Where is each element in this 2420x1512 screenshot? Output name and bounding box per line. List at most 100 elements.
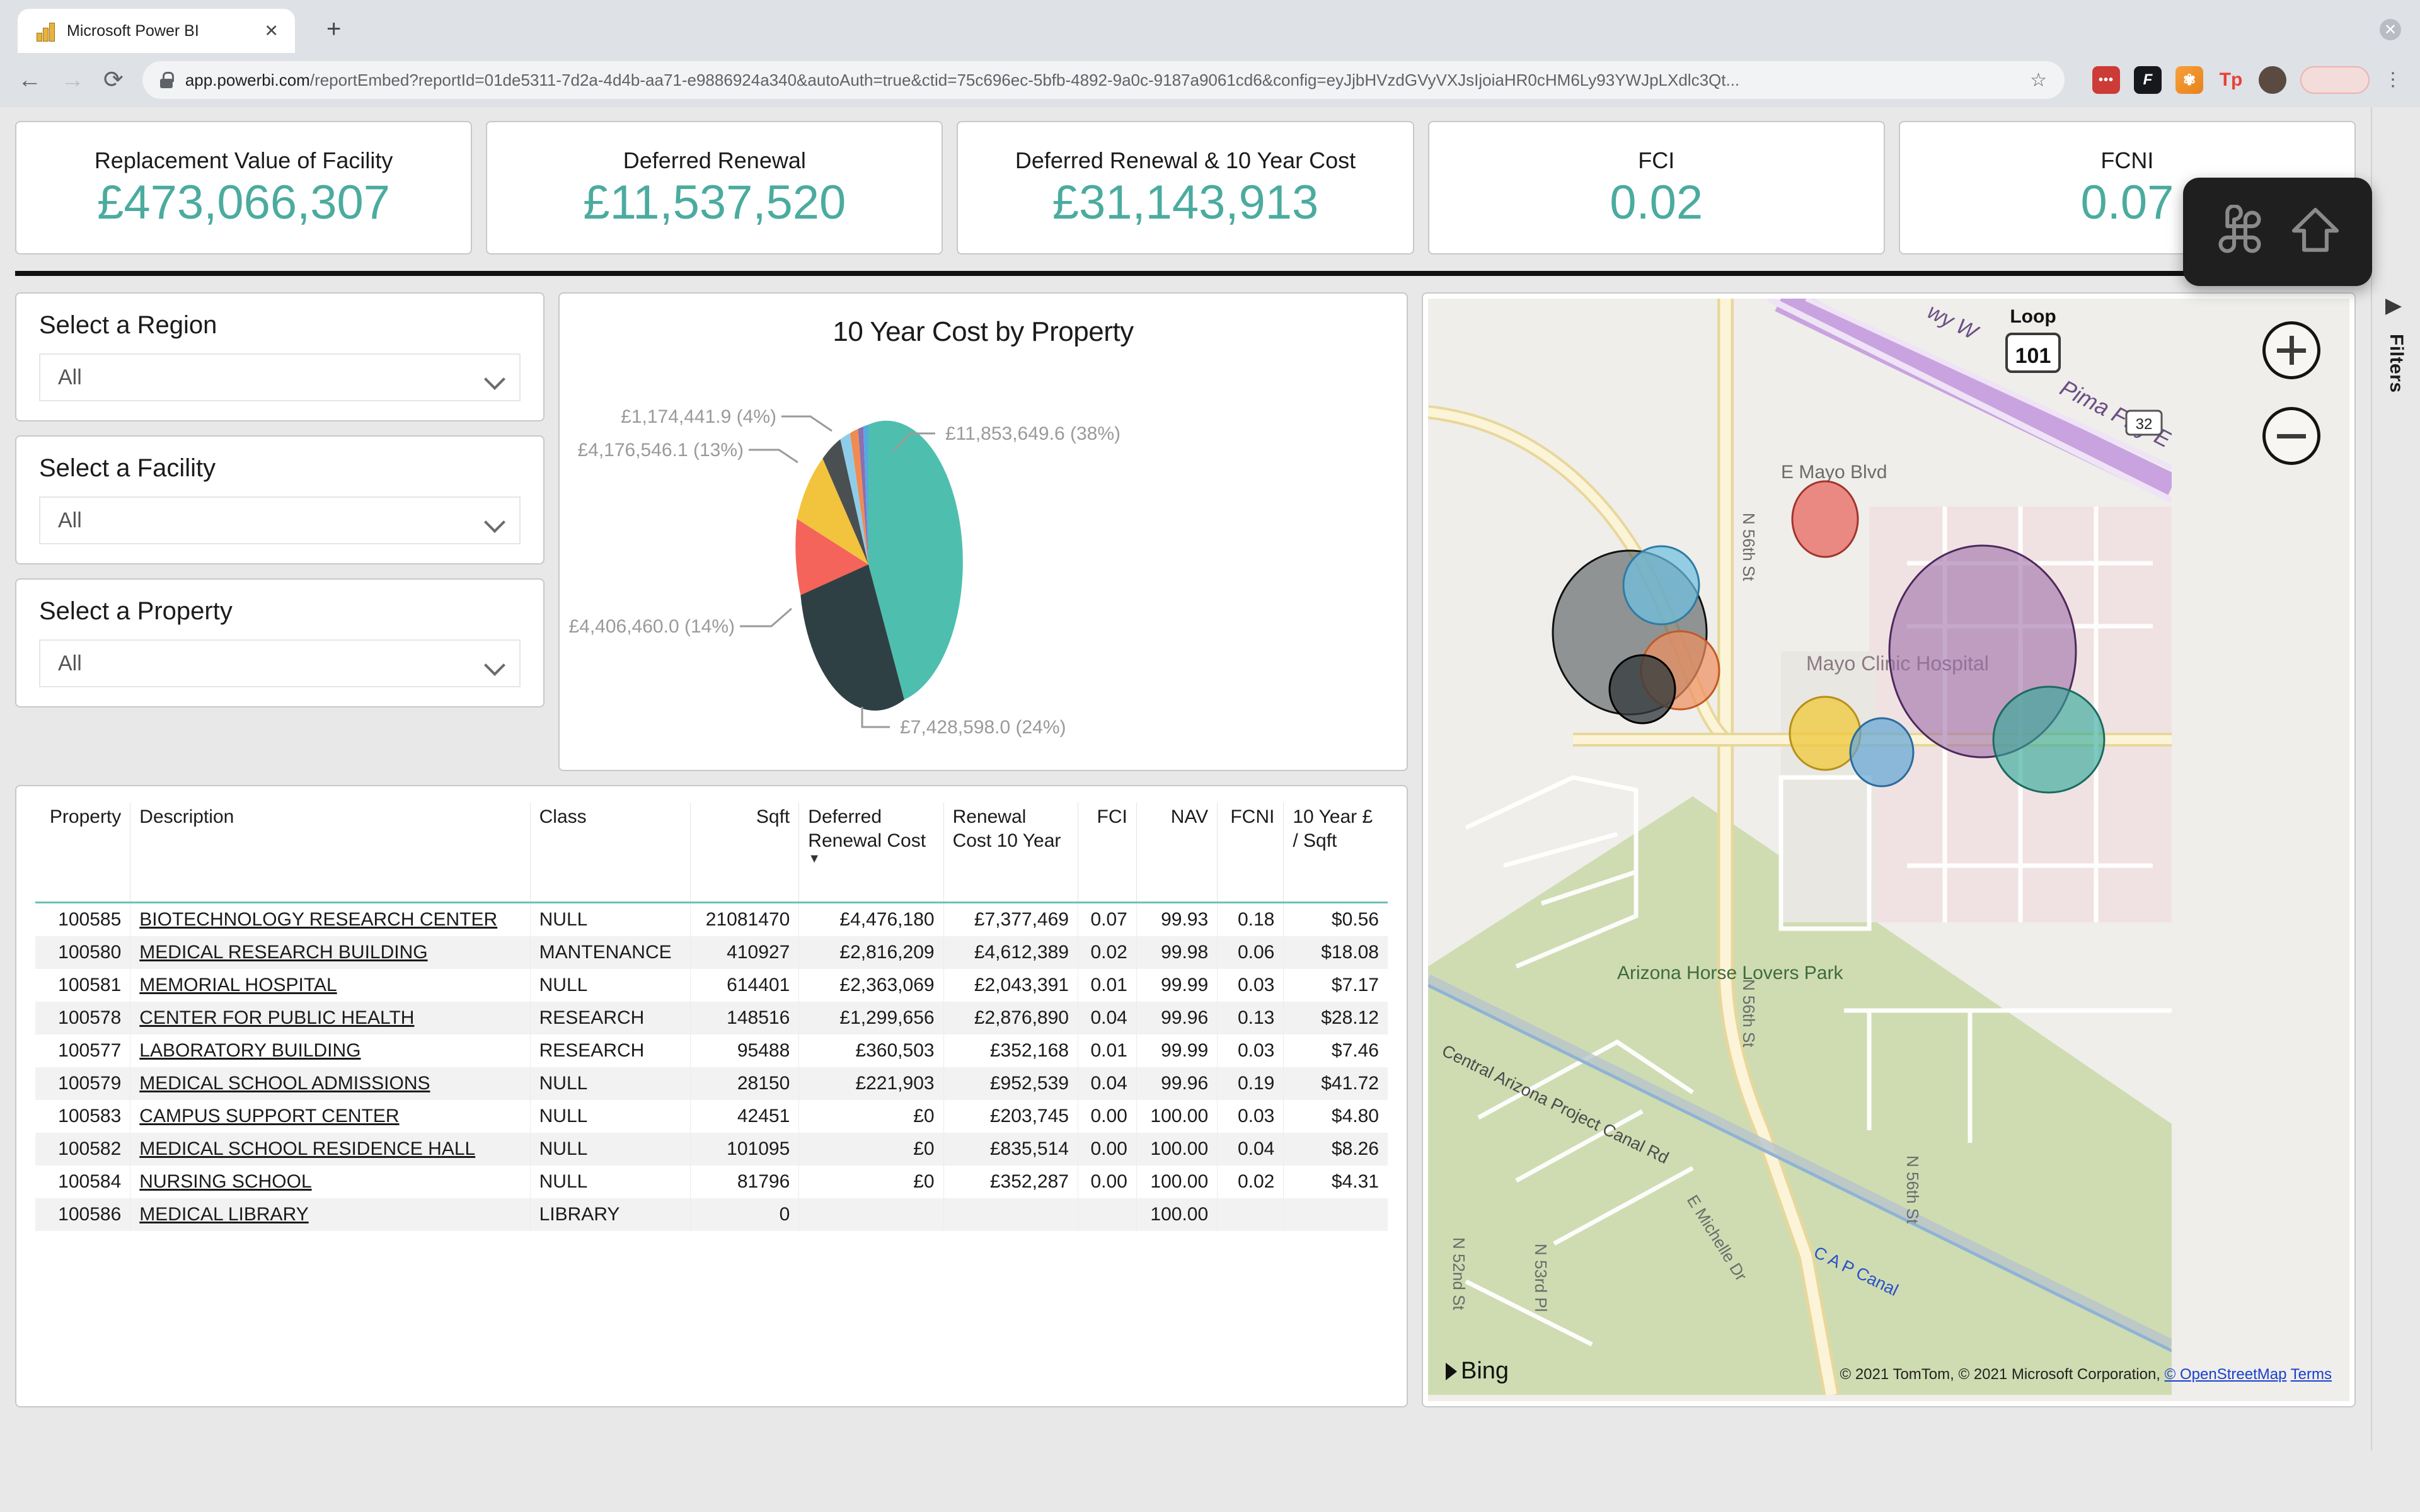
browser-tab[interactable]: Microsoft Power BI ✕ — [18, 9, 295, 53]
property-description-link[interactable]: BIOTECHNOLOGY RESEARCH CENTER — [139, 909, 497, 930]
col-header-sqft[interactable]: Sqft — [690, 803, 800, 903]
cell-class: RESEARCH — [530, 1034, 691, 1067]
cell-renewal10: £4,612,389 — [943, 936, 1078, 969]
cell-class: RESEARCH — [530, 1002, 691, 1034]
pie-chart-panel[interactable]: 10 Year Cost by Property £11,853,649.6 (… — [558, 292, 1408, 771]
reading-list-icon[interactable] — [2300, 66, 2370, 94]
cell-description[interactable]: MEDICAL RESEARCH BUILDING — [130, 936, 531, 969]
filter-icon[interactable] — [2384, 296, 2408, 318]
property-selected-value: All — [58, 651, 82, 675]
map-canvas[interactable]: 101 Loop wy W Pima Fwy E 32 N 56th St E … — [1428, 299, 2349, 1401]
property-description-link[interactable]: MEMORIAL HOSPITAL — [139, 975, 337, 995]
cell-description[interactable]: CENTER FOR PUBLIC HEALTH — [130, 1002, 531, 1034]
map-zoom-in-button[interactable] — [2262, 321, 2320, 379]
cell-description[interactable]: MEDICAL SCHOOL RESIDENCE HALL — [130, 1133, 531, 1166]
property-description-link[interactable]: MEDICAL SCHOOL ADMISSIONS — [139, 1073, 430, 1094]
col-header-deferred-renewal-cost[interactable]: Deferred Renewal Cost ▼ — [798, 803, 944, 903]
chrome-menu-icon[interactable]: ⋮ — [2383, 71, 2402, 89]
col-header-10-year-per-sqft[interactable]: 10 Year £ / Sqft — [1283, 803, 1388, 903]
cell-class: NULL — [530, 1067, 691, 1100]
pie-label-2: £7,428,598.0 (24%) — [900, 717, 1066, 738]
table-row[interactable]: 100580 MEDICAL RESEARCH BUILDING MANTENANC… — [35, 936, 1388, 969]
table-row[interactable]: 100577 LABORATORY BUILDING RESEARCH 95488 £3… — [35, 1034, 1388, 1067]
cell-class: NULL — [530, 1133, 691, 1166]
f-extension-icon[interactable]: F — [2134, 66, 2162, 94]
cell-fcni: 0.02 — [1217, 1166, 1284, 1198]
map-label-53rd: N 53rd Pl — [1531, 1244, 1550, 1312]
table-row[interactable]: 100582 MEDICAL SCHOOL RESIDENCE HALL NULL 1… — [35, 1133, 1388, 1166]
cell-fcni: 0.18 — [1217, 902, 1284, 936]
cell-class: NULL — [530, 969, 691, 1002]
kpi-card-deferred-renewal-10-year[interactable]: Deferred Renewal & 10 Year Cost £31,143,… — [957, 121, 1414, 255]
cell-description[interactable]: MEDICAL LIBRARY — [130, 1198, 531, 1231]
map-zoom-out-button[interactable] — [2262, 407, 2320, 465]
col-header-text: Renewal Cost 10 Year — [952, 806, 1061, 851]
cell-description[interactable]: MEDICAL SCHOOL ADMISSIONS — [130, 1067, 531, 1100]
kpi-value: £473,066,307 — [97, 176, 391, 230]
col-header-fcni[interactable]: FCNI — [1217, 803, 1284, 903]
filters-rail[interactable]: Filters — [2371, 107, 2420, 1450]
cell-description[interactable]: MEMORIAL HOSPITAL — [130, 969, 531, 1002]
url-path: /reportEmbed?reportId=01de5311-7d2a-4d4b… — [309, 70, 1740, 89]
dots-extension-icon[interactable]: ••• — [2092, 66, 2120, 94]
cell-description[interactable]: LABORATORY BUILDING — [130, 1034, 531, 1067]
cell-tenyear: $4.80 — [1331, 1106, 1379, 1126]
map-attribution: © 2021 TomTom, © 2021 Microsoft Corporat… — [1840, 1366, 2332, 1383]
forward-button[interactable]: → — [60, 68, 84, 92]
property-table-panel[interactable]: Property Description Class Sqft Deferred… — [15, 785, 1408, 1407]
map-label-mayo-blvd: E Mayo Blvd — [1781, 462, 1887, 483]
col-header-renewal-cost-10-year[interactable]: Renewal Cost 10 Year — [943, 803, 1078, 903]
table-row[interactable]: 100583 CAMPUS SUPPORT CENTER NULL 42451 £0 £2… — [35, 1100, 1388, 1133]
new-tab-button[interactable]: + — [326, 16, 341, 42]
slicer-region[interactable]: Select a Region All — [15, 292, 544, 421]
slicer-facility[interactable]: Select a Facility All — [15, 435, 544, 564]
cell-description[interactable]: CAMPUS SUPPORT CENTER — [130, 1100, 531, 1133]
window-close-icon[interactable]: ✕ — [2380, 19, 2401, 40]
table-row[interactable]: 100579 MEDICAL SCHOOL ADMISSIONS NULL 28150… — [35, 1067, 1388, 1100]
tp-extension-icon[interactable]: Tp — [2217, 66, 2245, 94]
region-dropdown[interactable]: All — [39, 353, 521, 401]
bookmark-star-icon[interactable]: ☆ — [2030, 69, 2047, 91]
cell-renewal10: £2,876,890 — [943, 1002, 1078, 1034]
property-dropdown[interactable]: All — [39, 639, 521, 687]
slicer-property[interactable]: Select a Property All — [15, 578, 544, 707]
cell-deferred: £4,476,180 — [798, 902, 944, 936]
reload-button[interactable]: ⟳ — [103, 68, 124, 92]
col-header-nav[interactable]: NAV — [1136, 803, 1218, 903]
cell-deferred: £360,503 — [798, 1034, 944, 1067]
chevron-down-icon — [485, 658, 504, 669]
col-header-property[interactable]: Property — [35, 803, 131, 903]
kpi-card-deferred-renewal[interactable]: Deferred Renewal £11,537,520 — [486, 121, 943, 255]
profile-avatar[interactable] — [2259, 66, 2286, 94]
col-header-class[interactable]: Class — [530, 803, 691, 903]
property-description-link[interactable]: CENTER FOR PUBLIC HEALTH — [139, 1007, 414, 1028]
col-header-fci[interactable]: FCI — [1078, 803, 1137, 903]
hex-extension-icon[interactable]: ✾ — [2175, 66, 2203, 94]
cell-nav: 99.96 — [1136, 1002, 1218, 1034]
close-tab-icon[interactable]: ✕ — [264, 21, 279, 41]
property-description-link[interactable]: CAMPUS SUPPORT CENTER — [139, 1106, 399, 1126]
table-row[interactable]: 100581 MEMORIAL HOSPITAL NULL 614401 £2,363,… — [35, 969, 1388, 1002]
back-button[interactable]: ← — [18, 68, 42, 92]
property-description-link[interactable]: MEDICAL SCHOOL RESIDENCE HALL — [139, 1138, 475, 1159]
property-description-link[interactable]: LABORATORY BUILDING — [139, 1040, 360, 1061]
kpi-card-replacement-value[interactable]: Replacement Value of Facility £473,066,3… — [15, 121, 473, 255]
property-description-link[interactable]: NURSING SCHOOL — [139, 1171, 311, 1192]
address-bar[interactable]: app.powerbi.com/reportEmbed?reportId=01d… — [142, 61, 2065, 99]
kpi-card-fci[interactable]: FCI 0.02 — [1427, 121, 1885, 255]
table-row[interactable]: 100586 MEDICAL LIBRARY LIBRARY 0 100.00 — [35, 1198, 1388, 1231]
col-header-description[interactable]: Description — [130, 803, 531, 903]
openstreetmap-link[interactable]: © OpenStreetMap — [2165, 1366, 2287, 1383]
property-description-link[interactable]: MEDICAL LIBRARY — [139, 1204, 308, 1225]
map-panel[interactable]: 101 Loop wy W Pima Fwy E 32 N 56th St E … — [1422, 292, 2356, 1407]
table-row[interactable]: 100584 NURSING SCHOOL NULL 81796 £0 £352,287 0… — [35, 1166, 1388, 1198]
cell-description[interactable]: BIOTECHNOLOGY RESEARCH CENTER — [130, 902, 531, 936]
property-description-link[interactable]: MEDICAL RESEARCH BUILDING — [139, 942, 427, 963]
kpi-label: Deferred Renewal — [623, 147, 806, 174]
cell-description[interactable]: NURSING SCHOOL — [130, 1166, 531, 1198]
terms-link[interactable]: Terms — [2291, 1366, 2332, 1383]
facility-dropdown[interactable]: All — [39, 496, 521, 544]
bing-logo[interactable]: Bing — [1446, 1358, 1509, 1385]
table-row[interactable]: 100585 BIOTECHNOLOGY RESEARCH CENTER NULL 2… — [35, 902, 1388, 936]
table-row[interactable]: 100578 CENTER FOR PUBLIC HEALTH RESEARCH 14… — [35, 1002, 1388, 1034]
